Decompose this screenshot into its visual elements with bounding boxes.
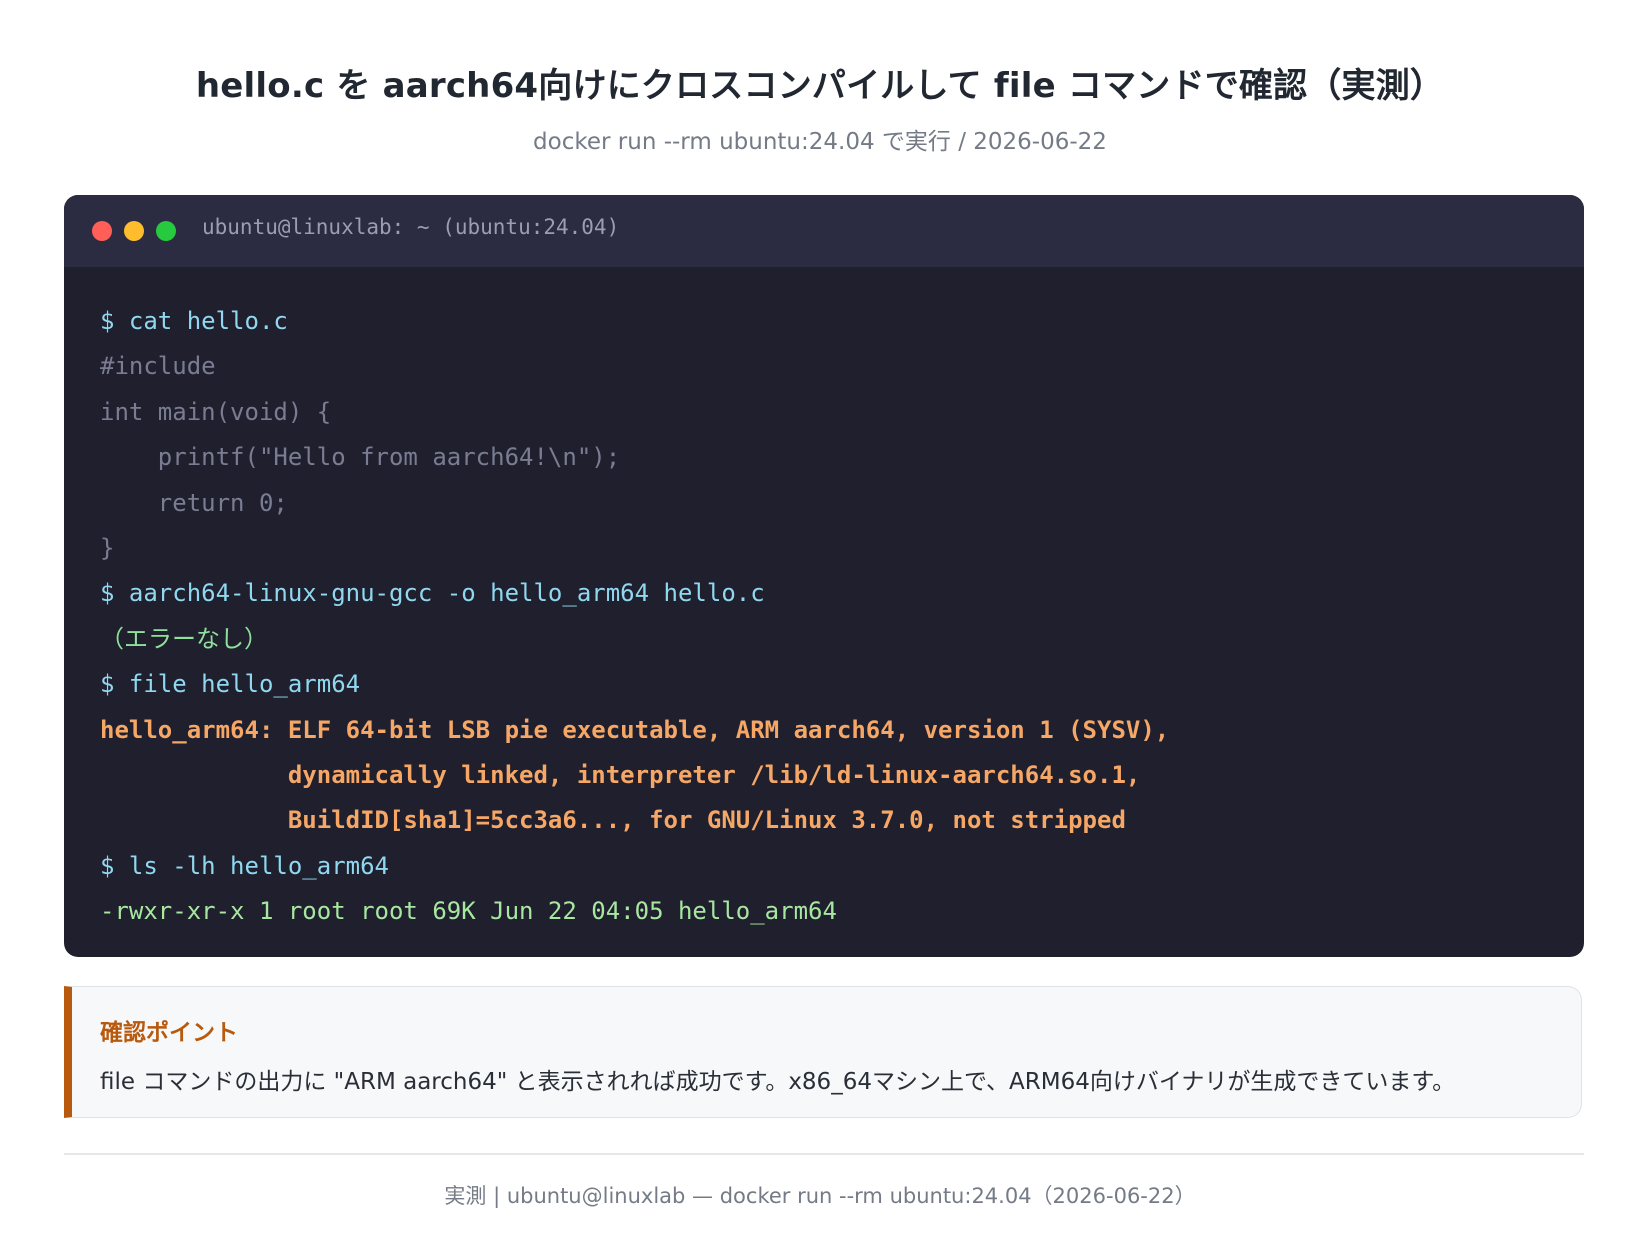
check-point-callout: 確認ポイント file コマンドの出力に "ARM aarch64" と表示され…: [64, 986, 1582, 1118]
callout-text: file コマンドの出力に "ARM aarch64" と表示されれば成功です。…: [100, 1069, 1456, 1095]
terminal-output: $ cat hello.c #include int main(void) { …: [100, 299, 1564, 934]
terminal-line-command: $ file hello_arm64: [100, 670, 361, 699]
terminal-line-note: （エラーなし）: [100, 624, 268, 653]
page-subtitle: docker run --rm ubuntu:24.04 で実行 / 2026-…: [533, 129, 1107, 155]
terminal-line-command: $ cat hello.c: [100, 307, 288, 335]
terminal-line-code: return 0;: [100, 488, 288, 517]
terminal-line-output: hello_arm64: ELF 64-bit LSB pie executab…: [100, 715, 1170, 744]
footer-divider: [64, 1153, 1584, 1155]
terminal-title: ubuntu@linuxlab: ~ (ubuntu:24.04): [202, 215, 620, 239]
minimize-window-icon[interactable]: [124, 221, 144, 241]
close-window-icon[interactable]: [92, 221, 112, 241]
terminal-line-output: BuildID[sha1]=5cc3a6..., for GNU/Linux 3…: [100, 806, 1126, 835]
maximize-window-icon[interactable]: [156, 221, 176, 241]
terminal-title-bar: ubuntu@linuxlab: ~ (ubuntu:24.04): [64, 195, 1584, 267]
terminal-line-command: $ ls -lh hello_arm64: [100, 851, 389, 880]
terminal-line-listing: -rwxr-xr-x 1 root root 69K Jun 22 04:05 …: [100, 897, 837, 926]
terminal-line-code: #include: [100, 352, 216, 381]
terminal-line-output: dynamically linked, interpreter /lib/ld-…: [100, 760, 1141, 789]
terminal-window: ubuntu@linuxlab: ~ (ubuntu:24.04) $ cat …: [64, 195, 1584, 957]
terminal-line-command: $ aarch64-linux-gnu-gcc -o hello_arm64 h…: [100, 579, 765, 608]
page-title: hello.c を aarch64向けにクロスコンパイルして file コマンド…: [195, 66, 1445, 106]
terminal-line-code: }: [100, 533, 115, 562]
footer-text: 実測 | ubuntu@linuxlab — docker run --rm u…: [444, 1184, 1196, 1208]
terminal-line-code: int main(void) {: [100, 397, 332, 426]
callout-title: 確認ポイント: [100, 1020, 238, 1046]
terminal-line-code: printf("Hello from aarch64!\n");: [100, 443, 621, 472]
